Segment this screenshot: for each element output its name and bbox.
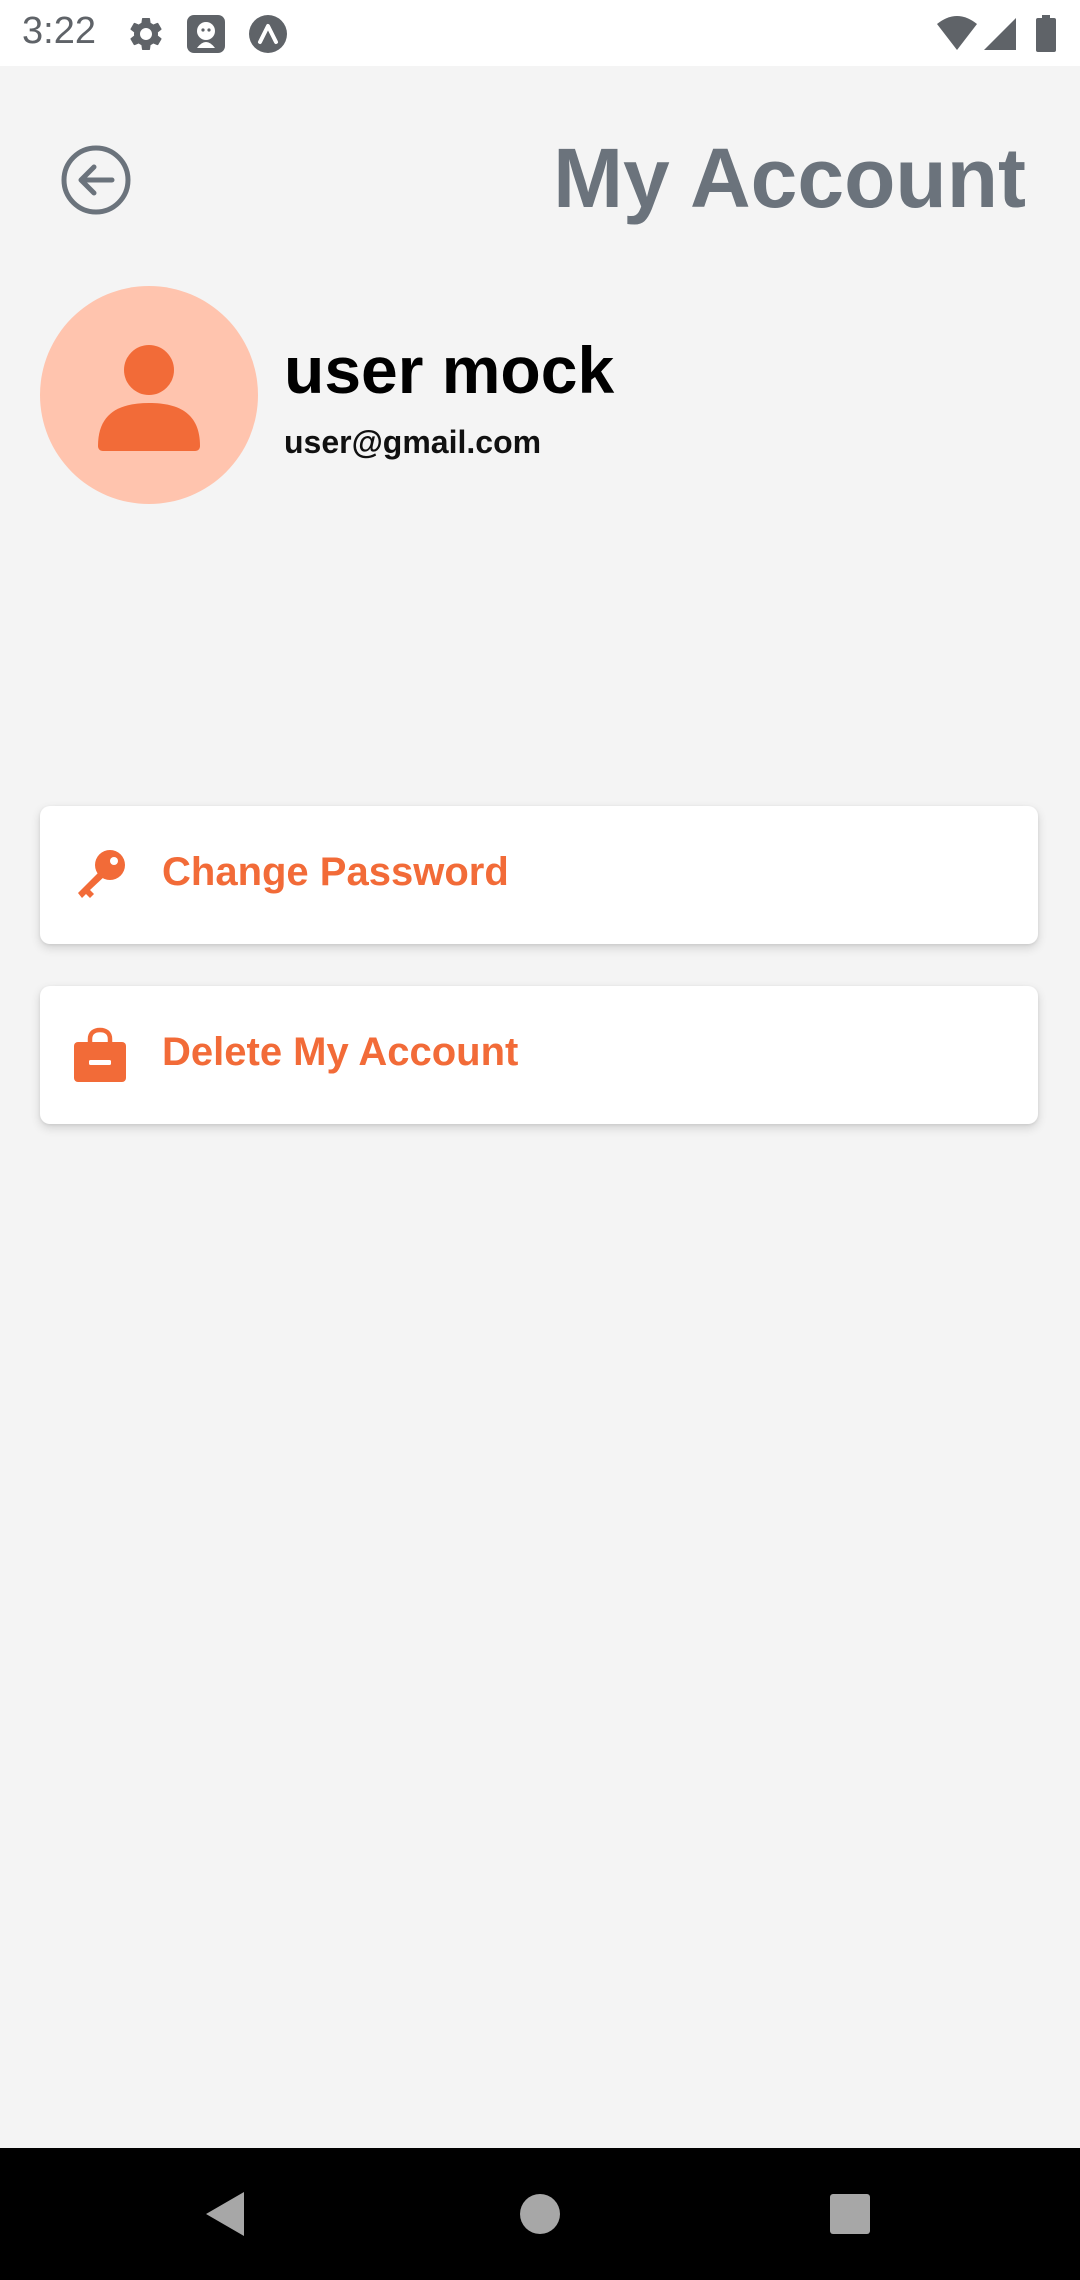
nav-back-button[interactable] bbox=[198, 2186, 254, 2242]
avatar bbox=[40, 286, 258, 504]
system-nav-bar bbox=[0, 2148, 1080, 2280]
settings-icon bbox=[126, 14, 166, 54]
person-icon bbox=[98, 345, 200, 451]
change-password-button[interactable]: Change Password bbox=[40, 806, 1038, 944]
bag-remove-icon bbox=[72, 1027, 128, 1083]
wifi-icon bbox=[936, 14, 978, 54]
nav-recents-button[interactable] bbox=[822, 2186, 878, 2242]
status-bar: 3:22 bbox=[0, 0, 1080, 66]
home-circle-icon bbox=[520, 2194, 560, 2234]
delete-account-button[interactable]: Delete My Account bbox=[40, 986, 1038, 1124]
nav-home-button[interactable] bbox=[512, 2186, 568, 2242]
status-time: 3:22 bbox=[22, 10, 96, 52]
back-arrow-circle-icon bbox=[61, 145, 131, 215]
delete-account-label: Delete My Account bbox=[162, 1030, 519, 1074]
change-password-label: Change Password bbox=[162, 850, 509, 894]
back-triangle-icon bbox=[206, 2192, 244, 2236]
user-name: user mock bbox=[284, 333, 615, 407]
key-icon bbox=[72, 847, 128, 903]
app-notification-icon bbox=[186, 14, 226, 54]
signal-icon bbox=[982, 14, 1018, 54]
recents-square-icon bbox=[830, 2194, 870, 2234]
user-email: user@gmail.com bbox=[284, 424, 542, 460]
expo-icon bbox=[248, 14, 288, 54]
page-title: My Account bbox=[553, 131, 1026, 225]
battery-icon bbox=[1034, 14, 1058, 54]
back-button[interactable] bbox=[60, 144, 132, 216]
